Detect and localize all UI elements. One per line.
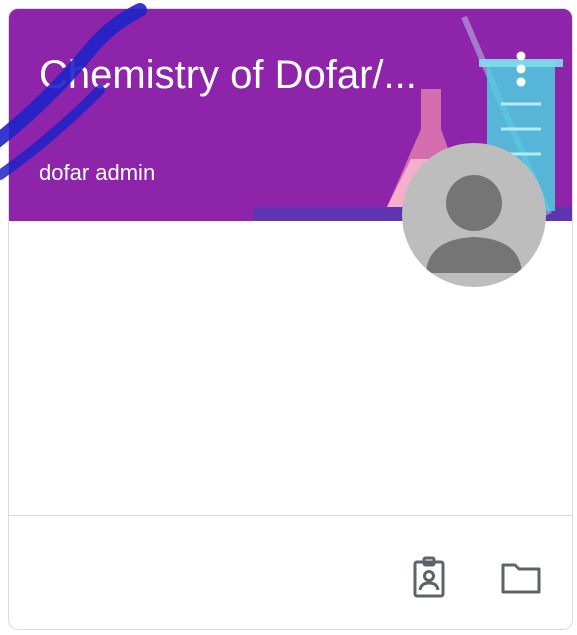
folder-icon: [501, 563, 541, 594]
more-vert-icon: [516, 51, 526, 87]
open-folder-button[interactable]: [497, 552, 545, 600]
your-work-button[interactable]: [405, 552, 453, 600]
person-avatar-icon: [426, 175, 522, 273]
assignment-ind-icon: [413, 556, 445, 598]
owner-avatar: [402, 143, 546, 287]
class-owner: dofar admin: [39, 160, 156, 185]
more-options-button[interactable]: [501, 47, 541, 91]
card-footer: [9, 515, 572, 629]
class-card[interactable]: Chemistry of Dofar/... dofar admin: [8, 8, 573, 630]
class-title[interactable]: Chemistry of Dofar/...: [39, 51, 449, 99]
